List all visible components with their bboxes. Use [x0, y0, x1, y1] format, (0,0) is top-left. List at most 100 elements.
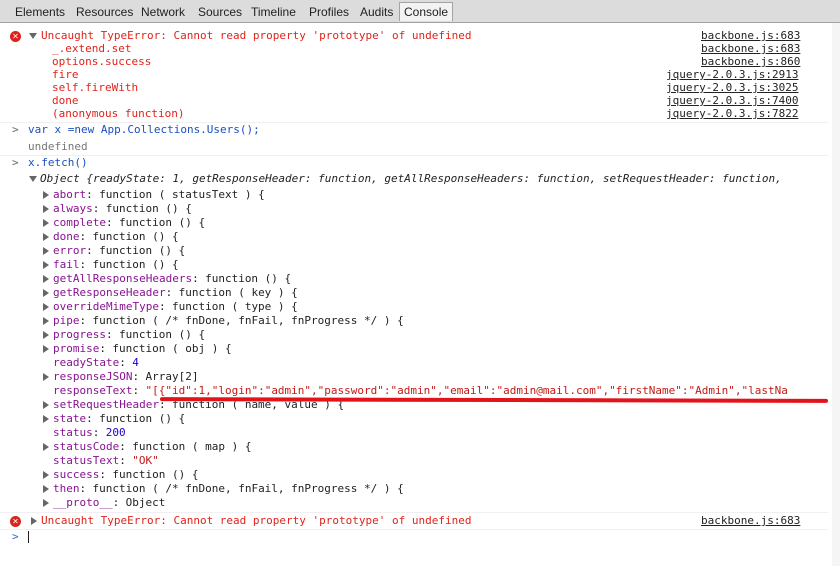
tab-network[interactable]: Network — [137, 3, 189, 21]
property-key: status — [53, 426, 93, 439]
triangle-right-icon[interactable] — [43, 317, 49, 325]
stack-frame-fn: options.success — [52, 55, 152, 68]
tab-resources[interactable]: Resources — [72, 3, 137, 21]
stack-frame-fn: self.fireWith — [52, 81, 139, 94]
stack-frame-link[interactable]: jquery-2.0.3.js:7400 — [666, 94, 798, 108]
triangle-down-icon[interactable] — [29, 176, 37, 182]
triangle-right-icon[interactable] — [43, 205, 49, 213]
tab-elements[interactable]: Elements — [11, 3, 69, 21]
prompt-chevron-icon: > — [12, 123, 19, 136]
property-value: function ( type ) { — [171, 300, 298, 313]
triangle-right-icon[interactable] — [43, 471, 49, 479]
devtools-tab-bar: Elements Resources Network Sources Timel… — [0, 0, 840, 23]
error-source-link[interactable]: backbone.js:683 — [701, 514, 800, 528]
stack-frame-fn: done — [52, 94, 79, 107]
property-value: function ( /* fnDone, fnFail, fnProgress… — [92, 482, 404, 495]
console-scrollbar[interactable] — [832, 23, 840, 566]
property-colon: : — [86, 244, 93, 257]
property-colon: : — [105, 216, 113, 229]
triangle-right-icon[interactable] — [43, 499, 49, 507]
property-value: "[{"id":1,"login":"admin","password":"ad… — [145, 384, 788, 397]
console-result-line: undefined — [28, 140, 88, 153]
stack-frame-link[interactable]: backbone.js:683 — [701, 42, 800, 56]
property-colon: : — [99, 468, 106, 481]
property-value: function ( obj ) { — [112, 342, 232, 355]
property-key: responseText — [53, 384, 133, 397]
property-key[interactable]: responseJSON — [53, 370, 132, 384]
property-colon: : — [119, 454, 126, 467]
triangle-right-icon[interactable] — [43, 345, 49, 353]
property-colon: : — [92, 202, 100, 215]
property-key[interactable]: progress — [53, 328, 106, 342]
triangle-right-icon[interactable] — [43, 261, 49, 269]
property-key[interactable]: statusCode — [53, 440, 119, 454]
triangle-down-icon[interactable] — [29, 33, 37, 39]
property-key[interactable]: error — [53, 244, 86, 258]
property-key[interactable]: abort — [53, 188, 86, 202]
tab-console[interactable]: Console — [399, 2, 454, 21]
property-value: Object — [125, 496, 166, 509]
triangle-right-icon[interactable] — [43, 373, 49, 381]
triangle-right-icon[interactable] — [43, 303, 49, 311]
property-value: 4 — [132, 356, 139, 369]
stack-frame-link[interactable]: jquery-2.0.3.js:3025 — [666, 81, 798, 95]
property-key[interactable]: state — [53, 412, 86, 426]
tab-sources[interactable]: Sources — [194, 3, 246, 21]
triangle-right-icon[interactable] — [43, 401, 49, 409]
triangle-right-icon[interactable] — [43, 289, 49, 297]
console-input-line: x.fetch() — [28, 156, 88, 169]
error-source-link[interactable]: backbone.js:683 — [701, 29, 800, 43]
property-colon: : — [105, 328, 113, 341]
stack-frame-link[interactable]: jquery-2.0.3.js:2913 — [666, 68, 798, 82]
property-key[interactable]: complete — [53, 216, 106, 230]
property-key[interactable]: getAllResponseHeaders — [53, 272, 192, 286]
property-key[interactable]: __proto__ — [53, 496, 113, 510]
property-key[interactable]: setRequestHeader — [53, 398, 159, 412]
triangle-right-icon[interactable] — [43, 233, 49, 241]
property-key: readyState — [53, 356, 120, 369]
property-key[interactable]: promise — [53, 342, 99, 356]
triangle-right-icon[interactable] — [43, 191, 49, 199]
triangle-right-icon[interactable] — [43, 331, 49, 339]
property-colon: : — [119, 440, 126, 453]
console-separator — [0, 512, 828, 513]
triangle-right-icon[interactable] — [43, 247, 49, 255]
property-key[interactable]: fail — [53, 258, 80, 272]
object-summary[interactable]: Object {readyState: 1, getResponseHeader… — [40, 172, 782, 186]
property-value: function () { — [99, 412, 186, 425]
property-colon: : — [79, 314, 87, 327]
triangle-right-icon[interactable] — [43, 485, 49, 493]
property-colon: : — [86, 188, 93, 201]
property-colon: : — [86, 412, 93, 425]
error-circle-icon: ✕ — [10, 31, 21, 42]
property-colon: : — [132, 384, 140, 397]
property-key[interactable]: pipe — [53, 314, 80, 328]
triangle-right-icon[interactable] — [43, 443, 49, 451]
property-colon: : — [79, 230, 87, 243]
property-colon: : — [119, 356, 126, 369]
property-value: function () { — [92, 230, 179, 243]
console-input-caret[interactable] — [28, 531, 29, 543]
triangle-right-icon[interactable] — [43, 275, 49, 283]
stack-frame-link[interactable]: jquery-2.0.3.js:7822 — [666, 107, 798, 121]
property-key[interactable]: getResponseHeader — [53, 286, 166, 300]
stack-frame-link[interactable]: backbone.js:860 — [701, 55, 800, 69]
property-colon: : — [79, 258, 87, 271]
property-key[interactable]: always — [53, 202, 93, 216]
console-separator — [0, 529, 828, 530]
tab-profiles[interactable]: Profiles — [305, 3, 353, 21]
property-value: function () { — [118, 328, 206, 341]
tab-audits[interactable]: Audits — [356, 3, 397, 21]
property-key[interactable]: overrideMimeType — [53, 300, 159, 314]
error-message: Uncaught TypeError: Cannot read property… — [41, 514, 472, 527]
property-key[interactable]: then — [53, 482, 80, 496]
property-key[interactable]: done — [53, 230, 80, 244]
error-circle-icon: ✕ — [10, 516, 21, 527]
property-key[interactable]: success — [53, 468, 99, 482]
triangle-right-icon[interactable] — [31, 517, 37, 525]
property-colon: : — [112, 496, 120, 509]
triangle-right-icon[interactable] — [43, 219, 49, 227]
tab-timeline[interactable]: Timeline — [247, 3, 300, 21]
property-colon: : — [132, 370, 140, 383]
triangle-right-icon[interactable] — [43, 415, 49, 423]
